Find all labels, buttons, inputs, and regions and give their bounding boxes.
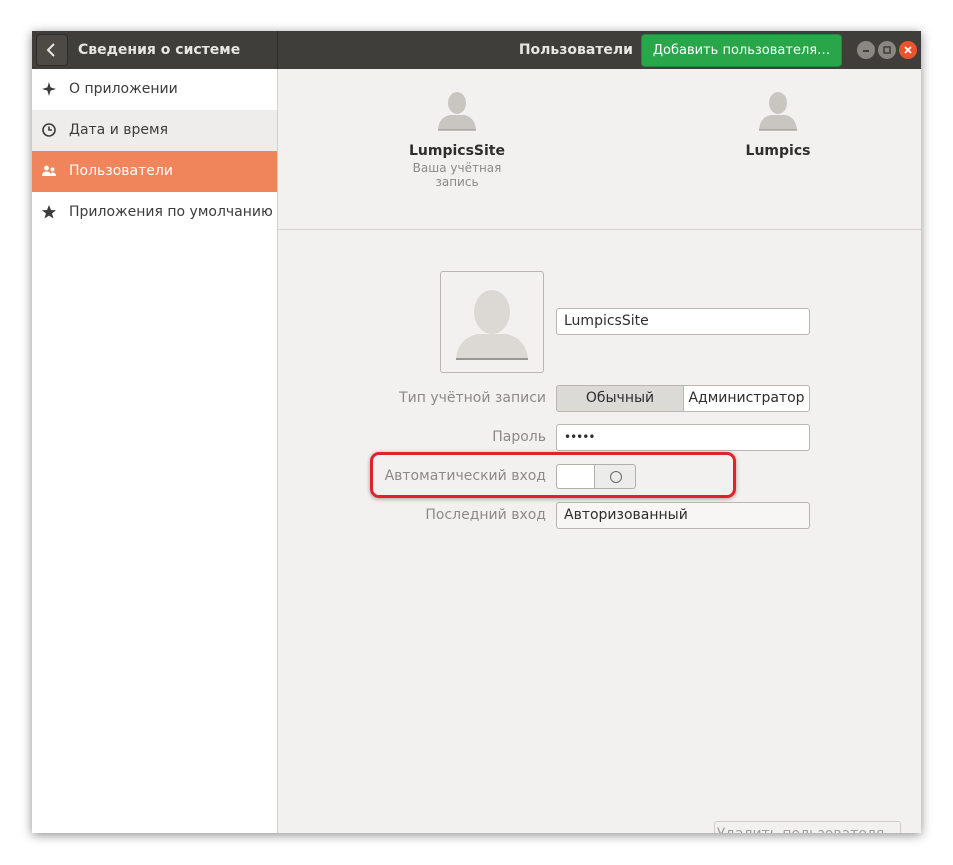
sidebar-item-users[interactable]: Пользователи — [32, 151, 277, 192]
header-title: Сведения о системе — [78, 42, 241, 58]
user-avatar-icon — [759, 92, 797, 131]
sidebar-item-default-apps[interactable]: Приложения по умолчанию — [32, 192, 277, 233]
highlight-annotation — [370, 452, 736, 498]
sparkle-icon — [42, 82, 56, 96]
account-type-standard-button[interactable]: Обычный — [556, 385, 684, 412]
close-icon — [904, 46, 912, 54]
avatar-button[interactable] — [440, 271, 544, 373]
account-subtitle: Ваша учётная запись — [412, 161, 502, 189]
password-label: Пароль — [492, 429, 546, 445]
clock-icon — [42, 123, 56, 137]
account-name: Lumpics — [745, 143, 811, 159]
sidebar-item-label: Приложения по умолчанию — [69, 204, 273, 220]
account-strip-divider — [278, 229, 921, 230]
account-type-admin-button[interactable]: Администратор — [683, 385, 810, 412]
close-button[interactable] — [899, 41, 917, 59]
chevron-left-icon — [46, 43, 55, 57]
user-avatar-icon — [456, 290, 528, 360]
username-field[interactable]: LumpicsSite — [556, 308, 810, 335]
minimize-button[interactable] — [857, 41, 875, 59]
header-left-pane: Сведения о системе — [32, 31, 278, 69]
header-bar: Сведения о системе Пользователи Добавить… — [32, 31, 921, 69]
sidebar-item-label: Дата и время — [69, 122, 168, 138]
settings-window: Сведения о системе Пользователи Добавить… — [32, 31, 921, 833]
maximize-icon — [883, 46, 891, 54]
sidebar-item-label: Пользователи — [69, 163, 173, 179]
sidebar: О приложении Дата и время Пользователи П… — [32, 69, 278, 833]
delete-user-button[interactable]: Удалить пользователя… — [714, 821, 901, 833]
account-name: LumpicsSite — [409, 143, 505, 159]
add-user-button[interactable]: Добавить пользователя… — [641, 34, 842, 67]
user-card-lumpics[interactable]: Lumpics — [723, 89, 833, 159]
maximize-button[interactable] — [878, 41, 896, 59]
user-card-lumpicssite[interactable]: LumpicsSite Ваша учётная запись — [392, 89, 522, 189]
users-icon — [42, 165, 56, 176]
account-type-label: Тип учётной записи — [399, 390, 546, 406]
minimize-icon — [863, 50, 869, 52]
last-login-button[interactable]: Авторизованный — [556, 502, 810, 529]
users-panel: LumpicsSite Ваша учётная запись Lumpics … — [278, 69, 921, 833]
last-login-label: Последний вход — [425, 507, 546, 523]
sidebar-item-label: О приложении — [69, 81, 178, 97]
password-field[interactable]: ••••• — [556, 424, 810, 451]
sidebar-item-about[interactable]: О приложении — [32, 69, 277, 110]
sidebar-item-date-time[interactable]: Дата и время — [32, 110, 277, 151]
back-button[interactable] — [36, 34, 68, 66]
section-title: Пользователи — [518, 42, 633, 58]
star-icon — [42, 205, 56, 219]
user-avatar-icon — [438, 92, 476, 131]
